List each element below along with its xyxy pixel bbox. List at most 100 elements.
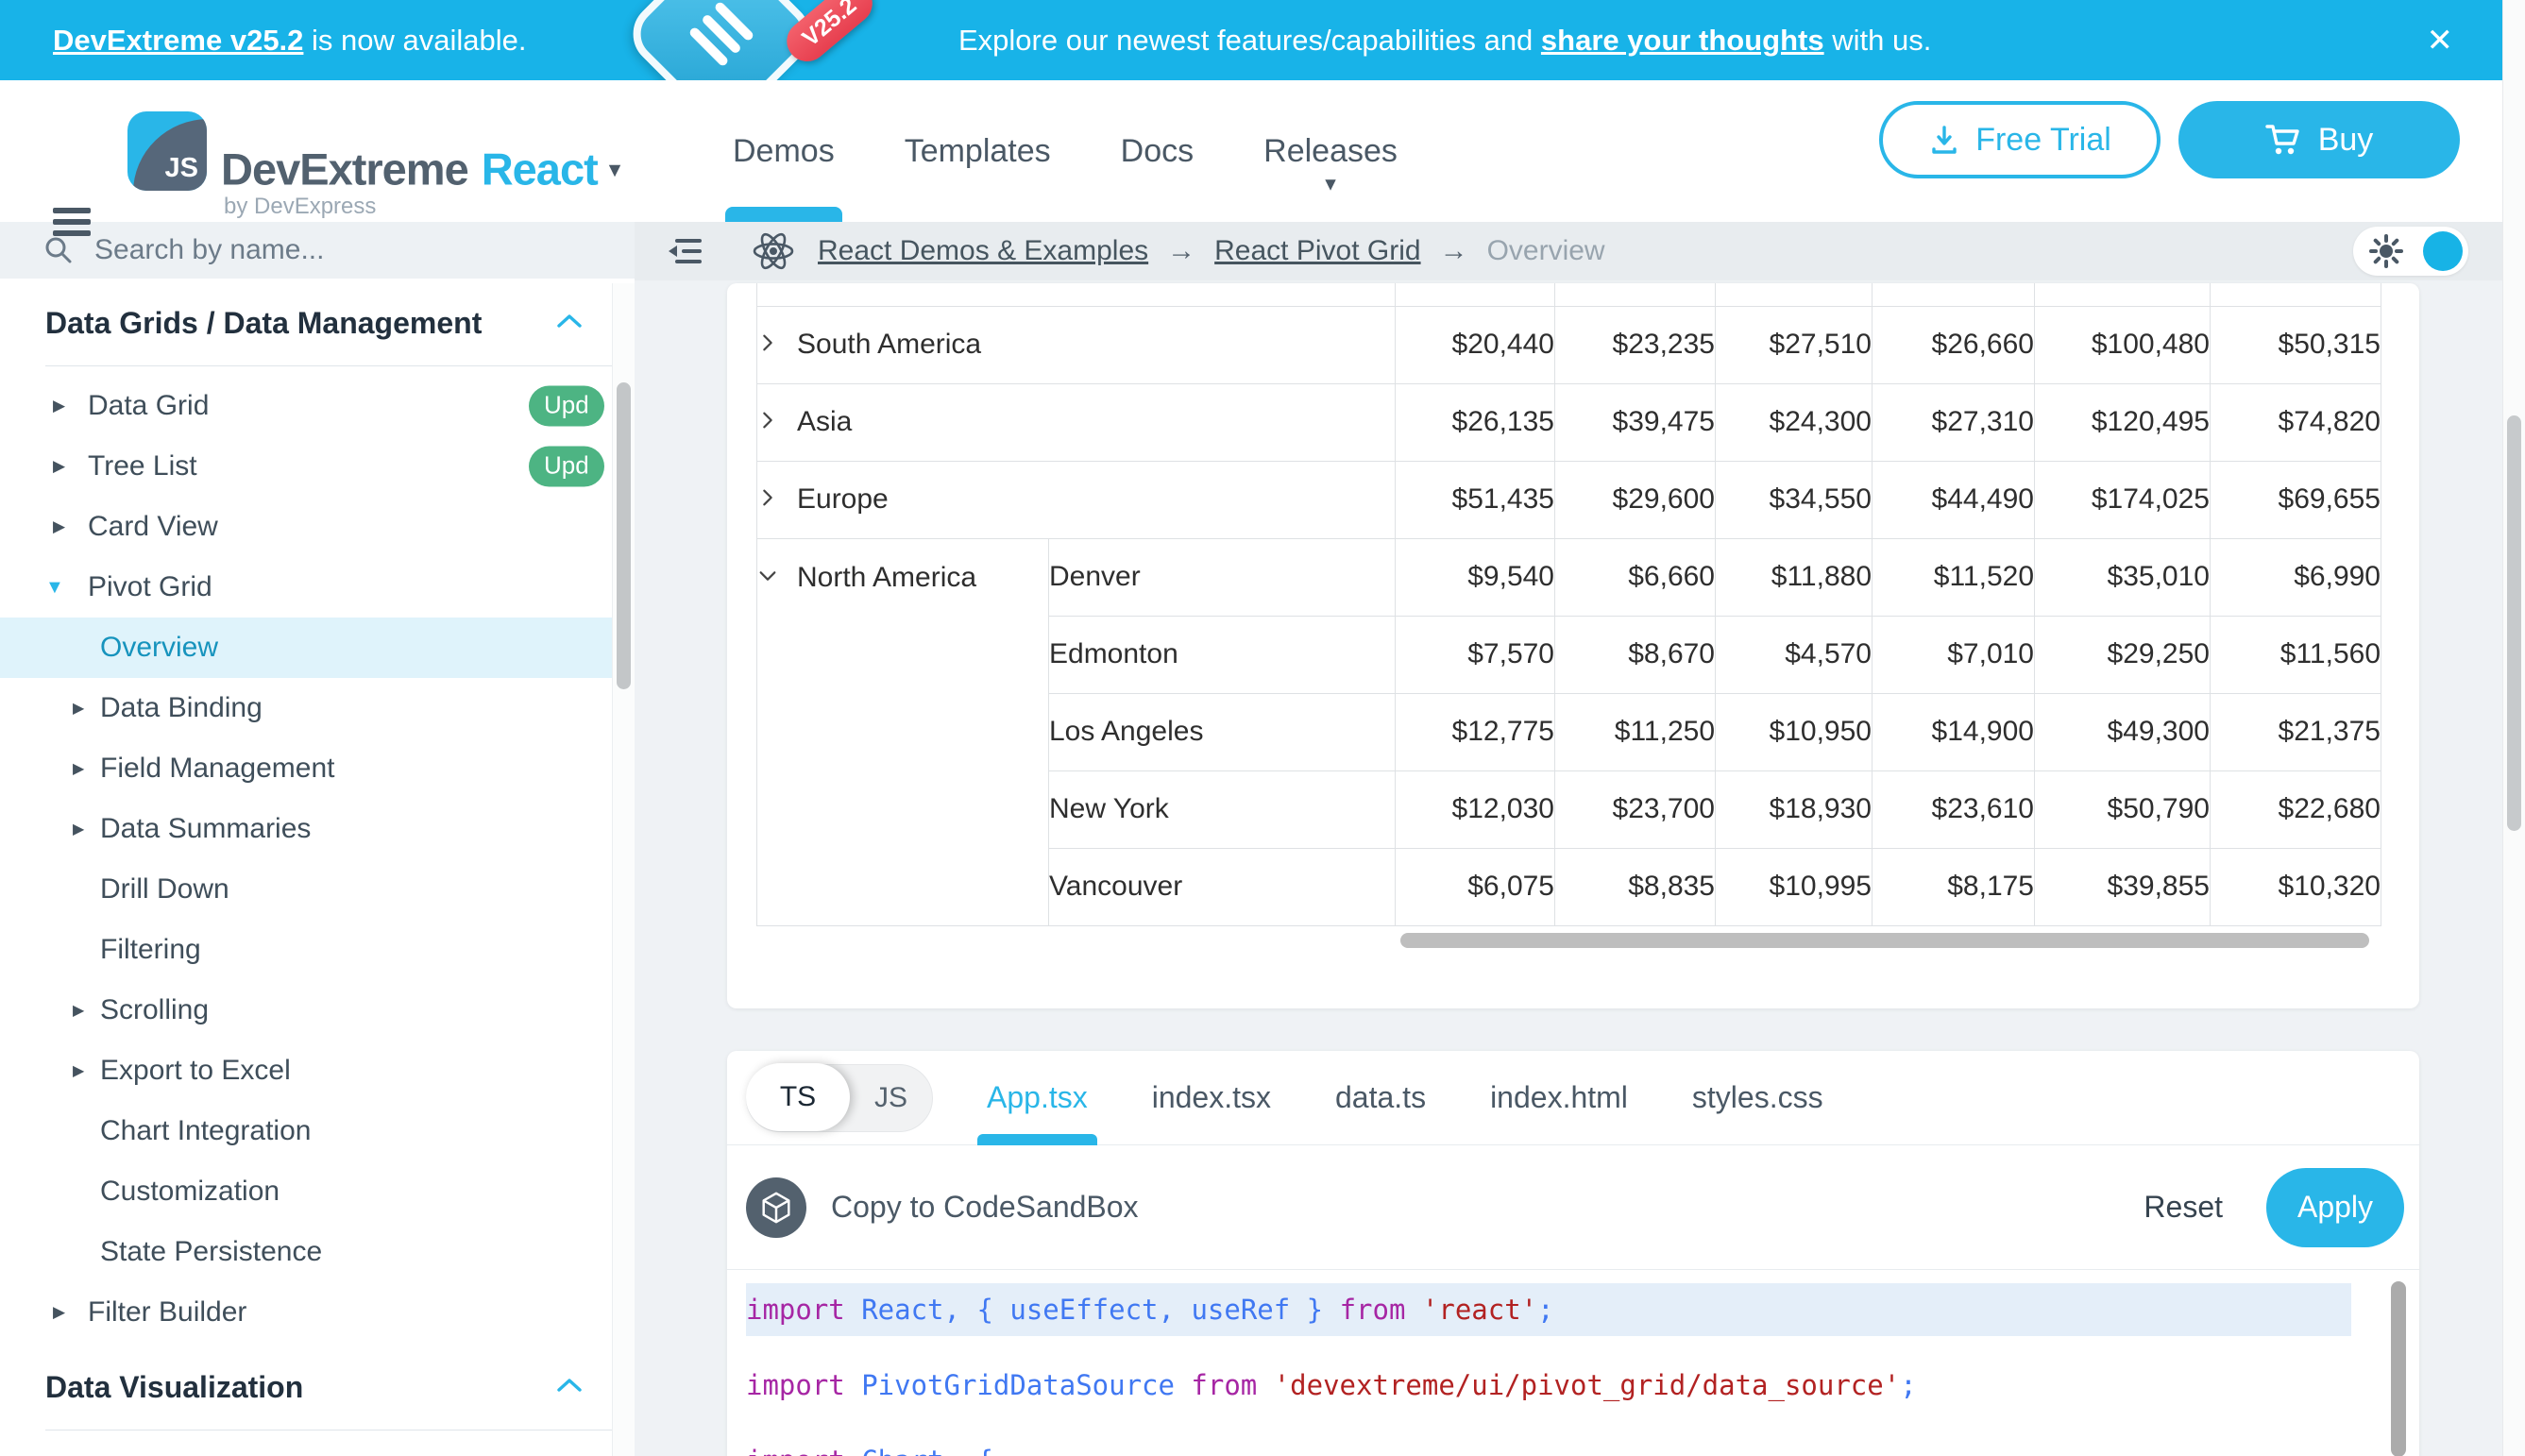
code-token: import <box>746 1369 861 1401</box>
triangle-collapsed-icon: ▶ <box>53 1303 65 1322</box>
sidebar-item-chart-integration[interactable]: Chart Integration <box>0 1101 635 1161</box>
pivot-city-cell: Vancouver <box>1049 848 1396 925</box>
sidebar-item-tree-list[interactable]: ▶Tree ListUpd <box>0 436 635 497</box>
codesandbox-icon[interactable] <box>746 1177 806 1238</box>
breadcrumb-link[interactable]: React Demos & Examples <box>818 235 1148 267</box>
sidebar-item-data-grid[interactable]: ▶Data GridUpd <box>0 376 635 436</box>
pivot-region-cell[interactable]: North America <box>757 538 1049 925</box>
tab-data-ts[interactable]: data.ts <box>1335 1051 1426 1145</box>
codesandbox-row: Copy to CodeSandBox Reset Apply <box>727 1145 2419 1270</box>
pivot-value-cell: $20,440 <box>1396 306 1555 383</box>
toggle-ts[interactable]: TS <box>746 1063 850 1131</box>
tab-app-tsx[interactable]: App.tsx <box>987 1051 1088 1145</box>
pivot-value-cell: $26,135 <box>1396 383 1555 461</box>
breadcrumb-link[interactable]: React Pivot Grid <box>1214 235 1420 267</box>
devextreme-js-logo[interactable]: JS <box>127 111 207 191</box>
code-token: Chart <box>861 1445 943 1456</box>
chevron-down-icon: ▾ <box>1325 171 1336 196</box>
tab-index-html[interactable]: index.html <box>1490 1051 1628 1145</box>
pivot-cell-empty <box>2035 283 2211 306</box>
theme-toggle[interactable] <box>2353 227 2468 276</box>
code-panel: TS JS App.tsx index.tsx data.ts index.html s… <box>727 1051 2419 1456</box>
triangle-collapsed-icon: ▶ <box>53 457 65 476</box>
sidebar-item-scrolling[interactable]: ▶Scrolling <box>0 980 635 1041</box>
sidebar-item-export-to-excel[interactable]: ▶Export to Excel <box>0 1041 635 1101</box>
code-line: import Chart, { <box>746 1434 2419 1456</box>
language-toggle[interactable]: TS JS <box>746 1064 933 1132</box>
share-thoughts-link[interactable]: share your thoughts <box>1541 24 1824 57</box>
sidebar-scrollbar-thumb[interactable] <box>617 382 631 689</box>
sidebar-item-field-management[interactable]: ▶Field Management <box>0 738 635 799</box>
close-icon[interactable]: ✕ <box>2427 25 2454 57</box>
pivot-value-cell: $10,995 <box>1716 848 1873 925</box>
sidebar-item-data-summaries[interactable]: ▶Data Summaries <box>0 799 635 859</box>
triangle-collapsed-icon: ▶ <box>73 1061 84 1080</box>
sidebar-item-data-binding[interactable]: ▶Data Binding <box>0 678 635 738</box>
copy-to-codesandbox-label[interactable]: Copy to CodeSandBox <box>831 1190 1139 1225</box>
pivot-value-cell: $24,300 <box>1716 383 1873 461</box>
sidebar-item-label: Tree List <box>88 450 197 483</box>
toggle-js[interactable]: JS <box>850 1082 932 1114</box>
pivot-value-cell: $21,375 <box>2211 693 2381 770</box>
page-scrollbar-thumb[interactable] <box>2507 415 2521 831</box>
sidebar-item-card-view[interactable]: ▶Card View <box>0 497 635 557</box>
code-token: PivotGridDataSource <box>861 1369 1175 1401</box>
chevron-down-icon[interactable] <box>757 562 778 594</box>
free-trial-button[interactable]: Free Trial <box>1879 101 2161 178</box>
sidebar-scrollbar[interactable] <box>612 283 635 1456</box>
sidebar-section-data-visualization[interactable]: Data Visualization <box>0 1360 635 1414</box>
buy-button[interactable]: Buy <box>2178 101 2460 178</box>
sidebar-item-overview[interactable]: Overview <box>0 618 635 678</box>
logo-title[interactable]: DevExtremeReact▾ <box>221 144 619 195</box>
logo-title-text: DevExtreme <box>221 144 468 195</box>
pivot-region-cell[interactable]: South America <box>757 306 1396 383</box>
chevron-up-icon <box>557 313 582 333</box>
active-tab-indicator <box>977 1134 1097 1145</box>
theme-toggle-knob[interactable] <box>2423 231 2463 271</box>
nav-item-label: Releases <box>1263 133 1398 170</box>
sidebar-item-pivot-grid[interactable]: ▼Pivot Grid <box>0 557 635 618</box>
pivot-horizontal-scrollbar[interactable] <box>1400 933 2369 948</box>
code-token: useRef <box>1191 1294 1290 1326</box>
triangle-expanded-icon: ▼ <box>45 577 64 599</box>
reset-button[interactable]: Reset <box>2144 1190 2223 1225</box>
chevron-right-icon[interactable] <box>757 406 778 438</box>
nav-item-demos[interactable]: Demos <box>733 80 835 222</box>
pivot-region-cell[interactable]: Asia <box>757 383 1396 461</box>
page-scrollbar[interactable] <box>2502 0 2525 1456</box>
sidebar-item-filtering[interactable]: Filtering <box>0 920 635 980</box>
tab-styles-css[interactable]: styles.css <box>1692 1051 1823 1145</box>
pivot-value-cell: $120,495 <box>2035 383 2211 461</box>
pivot-grid-demo-card: South America$20,440$23,235$27,510$26,66… <box>727 283 2419 1008</box>
search-input[interactable] <box>93 233 499 267</box>
pivot-cell-empty <box>1396 283 1555 306</box>
nav-item-docs[interactable]: Docs <box>1121 80 1194 222</box>
tab-index-tsx[interactable]: index.tsx <box>1152 1051 1271 1145</box>
sidebar-item-state-persistence[interactable]: State Persistence <box>0 1222 635 1282</box>
apply-button[interactable]: Apply <box>2266 1168 2404 1247</box>
nav-item-templates[interactable]: Templates <box>905 80 1051 222</box>
file-tab-label: data.ts <box>1335 1080 1426 1115</box>
pivot-value-cell: $34,550 <box>1716 461 1873 538</box>
pivot-value-cell: $22,680 <box>2211 770 2381 848</box>
hamburger-menu-icon[interactable] <box>53 208 91 242</box>
cart-icon <box>2265 123 2301 157</box>
sidebar-item-filter-builder[interactable]: ▶Filter Builder <box>0 1282 635 1343</box>
breadcrumb-bar: React Demos & Examples→React Pivot Grid→… <box>635 222 2502 280</box>
pivot-region-cell[interactable]: Europe <box>757 461 1396 538</box>
code-editor[interactable]: import React, { useEffect, useRef } from… <box>727 1270 2419 1456</box>
pivot-value-cell: $35,010 <box>2035 538 2211 616</box>
chevron-down-icon: ▾ <box>609 157 620 183</box>
sidebar-section-data-grids-data-management[interactable]: Data Grids / Data Management <box>0 296 635 350</box>
pivot-cell-empty <box>757 283 1396 306</box>
nav-item-releases[interactable]: Releases▾ <box>1263 80 1398 222</box>
chevron-right-icon[interactable] <box>757 483 778 516</box>
updated-badge: Upd <box>529 386 604 427</box>
sidebar-item-customization[interactable]: Customization <box>0 1161 635 1222</box>
pivot-value-cell: $6,075 <box>1396 848 1555 925</box>
code-scrollbar-thumb[interactable] <box>2391 1281 2406 1456</box>
chevron-right-icon[interactable] <box>757 329 778 361</box>
version-link[interactable]: DevExtreme v25.2 <box>53 24 303 57</box>
sidebar-item-drill-down[interactable]: Drill Down <box>0 859 635 920</box>
collapse-sidebar-icon[interactable] <box>665 235 703 267</box>
